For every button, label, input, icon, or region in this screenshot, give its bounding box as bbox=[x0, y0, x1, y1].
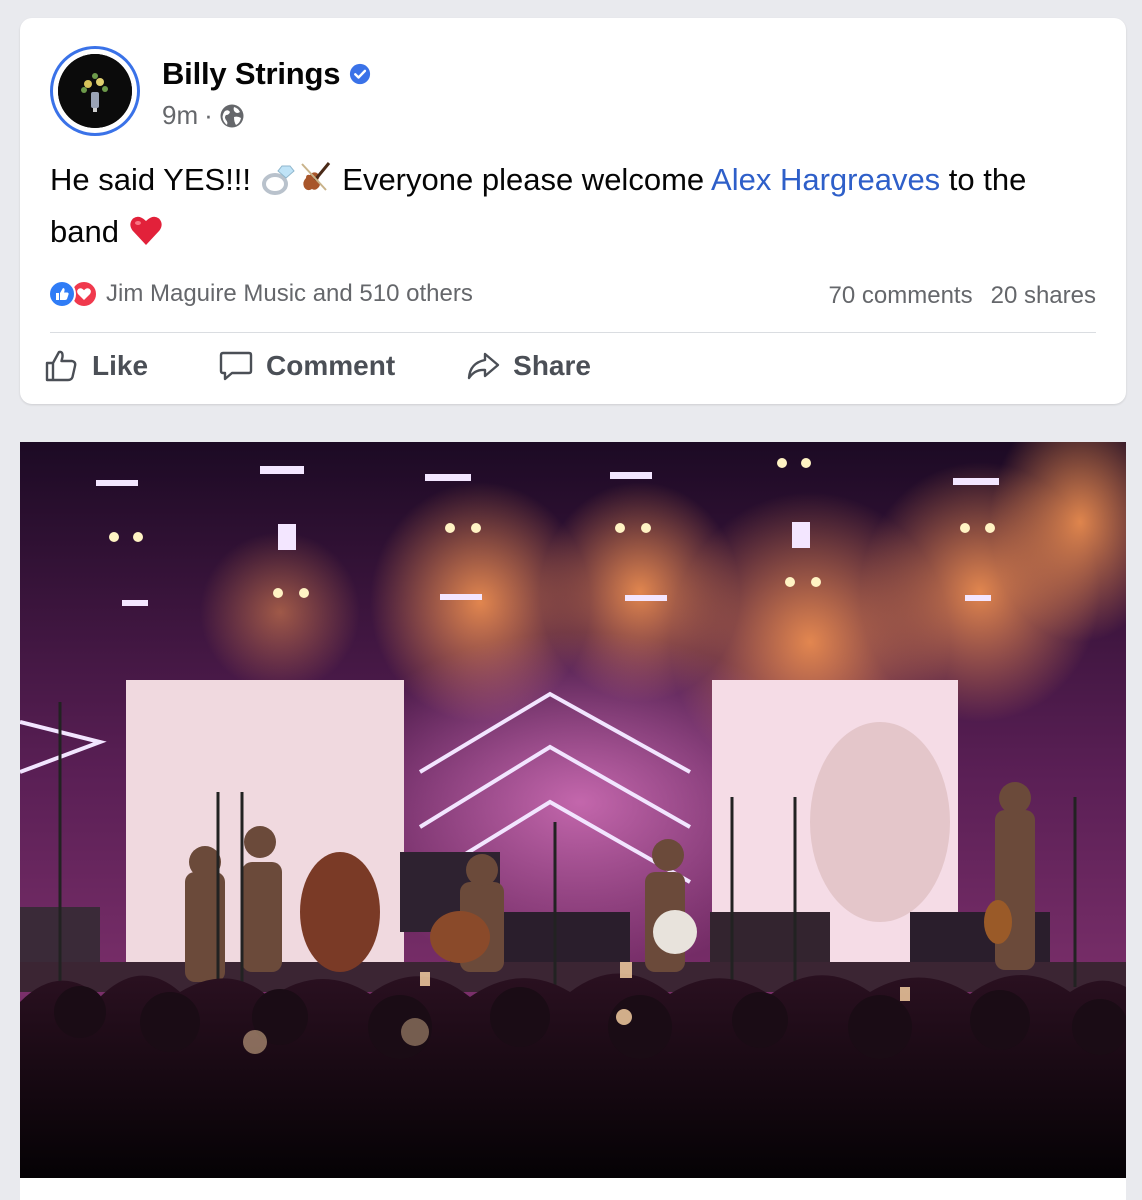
action-bar: Like Comment Share bbox=[44, 348, 661, 384]
page-avatar[interactable] bbox=[50, 46, 140, 136]
share-button[interactable]: Share bbox=[465, 348, 591, 384]
avatar-image bbox=[58, 54, 132, 128]
reactions-summary[interactable]: Jim Maguire Music and 510 others bbox=[48, 280, 473, 308]
divider bbox=[50, 332, 1096, 333]
page-name-row: Billy Strings bbox=[162, 56, 371, 92]
post-text-middle: Everyone please welcome bbox=[333, 162, 712, 197]
post-meta: 9m · bbox=[162, 100, 245, 131]
red-heart-icon bbox=[129, 216, 162, 245]
post-photo[interactable] bbox=[20, 442, 1126, 1178]
post-text-start: He said YES!!! bbox=[50, 162, 260, 197]
next-card-edge bbox=[20, 1178, 1126, 1200]
post-card: Billy Strings 9m · He said YES!!! Everyo… bbox=[20, 18, 1126, 404]
meta-separator: · bbox=[204, 100, 213, 130]
post-timestamp[interactable]: 9m bbox=[162, 100, 198, 131]
thumbs-up-icon bbox=[45, 350, 77, 382]
mention-link[interactable]: Alex Hargreaves bbox=[711, 162, 940, 197]
like-button[interactable]: Like bbox=[44, 348, 148, 384]
share-arrow-icon bbox=[467, 352, 500, 380]
post-text: He said YES!!! Everyone please welcome A… bbox=[50, 154, 1100, 258]
engagement-counts: 70 comments 20 shares bbox=[829, 282, 1096, 310]
like-label: Like bbox=[92, 350, 149, 381]
globe-icon[interactable] bbox=[219, 103, 245, 129]
comments-count[interactable]: 70 comments bbox=[829, 282, 973, 310]
verified-badge-icon bbox=[350, 63, 371, 85]
like-reaction-icon bbox=[48, 280, 76, 308]
violin-icon bbox=[300, 162, 330, 191]
shares-count[interactable]: 20 shares bbox=[991, 282, 1096, 310]
page-name[interactable]: Billy Strings bbox=[162, 56, 340, 92]
comment-button[interactable]: Comment bbox=[218, 348, 395, 384]
speech-bubble-icon bbox=[219, 351, 253, 381]
comment-label: Comment bbox=[266, 350, 396, 381]
reactions-label: Jim Maguire Music and 510 others bbox=[106, 280, 473, 307]
ring-icon bbox=[261, 165, 295, 195]
share-label: Share bbox=[513, 350, 591, 381]
